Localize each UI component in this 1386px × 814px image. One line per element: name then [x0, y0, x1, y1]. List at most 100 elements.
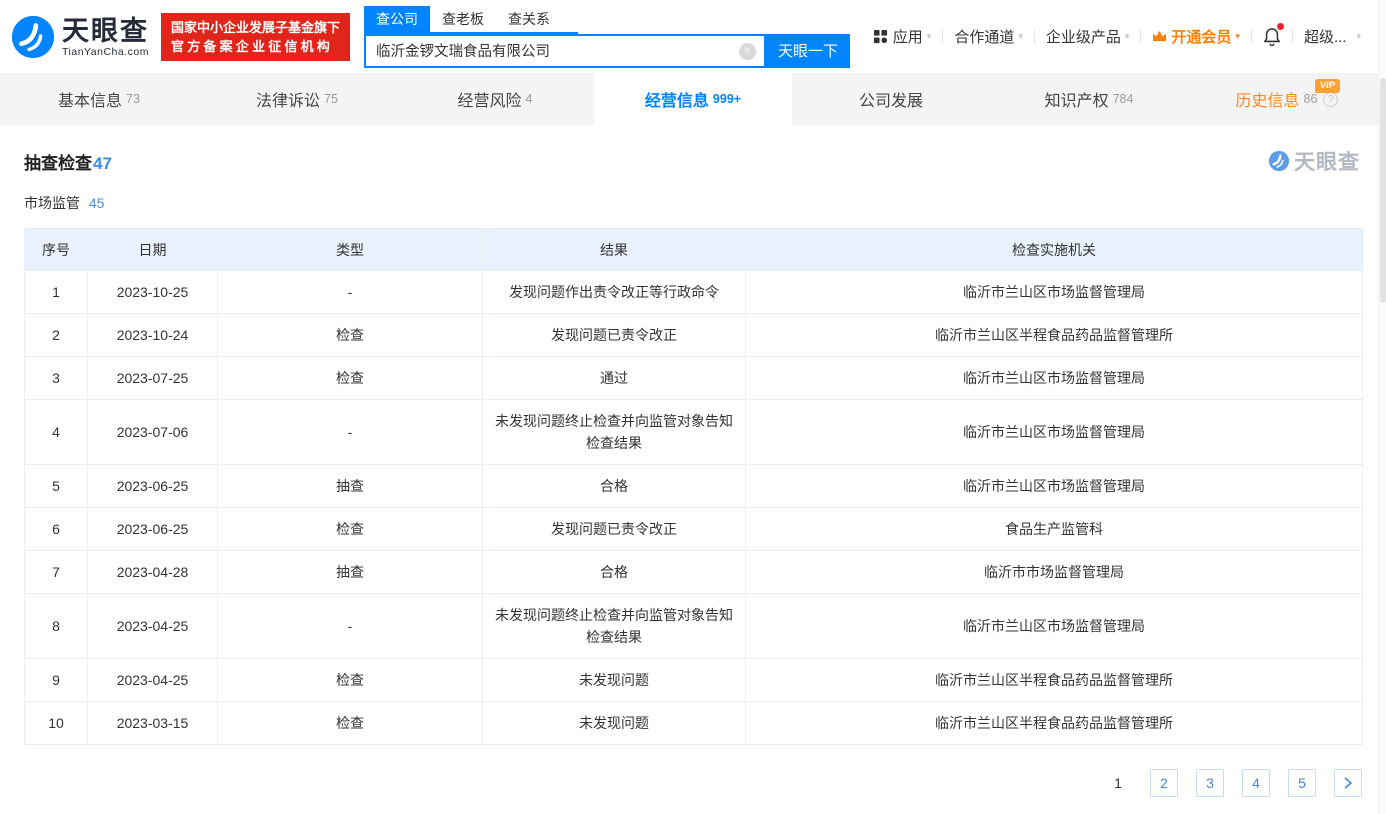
cell-type: 检查 — [218, 314, 483, 357]
section-title-count: 47 — [93, 154, 112, 173]
inspection-table-wrap: 序号 日期 类型 结果 检查实施机关 1 2023-10-25 - 发现问题作出… — [0, 213, 1386, 745]
cell-index: 1 — [25, 271, 88, 314]
table-header-row: 序号 日期 类型 结果 检查实施机关 — [25, 229, 1363, 271]
search-input[interactable] — [366, 36, 764, 66]
cell-result: 合格 — [483, 551, 746, 594]
cell-date: 2023-06-25 — [88, 508, 218, 551]
cell-agency: 临沂市兰山区市场监督管理局 — [746, 357, 1363, 400]
table-row: 2 2023-10-24 检查 发现问题已责令改正 临沂市兰山区半程食品药品监督… — [25, 314, 1363, 357]
cell-date: 2023-07-06 — [88, 400, 218, 465]
tab-history-info[interactable]: VIP 历史信息 86 ? — [1188, 73, 1386, 125]
menu-item-vip[interactable]: 开通会员 ▾ — [1141, 26, 1251, 47]
cell-agency: 临沂市兰山区市场监督管理局 — [746, 465, 1363, 508]
gov-certification-badge: 国家中小企业发展子基金旗下 官方备案企业征信机构 — [161, 13, 350, 61]
help-icon[interactable]: ? — [1323, 92, 1338, 107]
logo-text: 天眼查 TianYanCha.com — [62, 16, 149, 58]
tab-operating-risk[interactable]: 经营风险 4 — [396, 73, 594, 125]
section-title: 抽查检查47 — [24, 149, 112, 174]
tab-intellectual-property[interactable]: 知识产权 784 — [990, 73, 1188, 125]
cell-index: 2 — [25, 314, 88, 357]
search-input-wrap: × — [364, 34, 766, 68]
tab-company-development[interactable]: 公司发展 — [792, 73, 990, 125]
tianyancha-logo[interactable]: 天眼查 TianYanCha.com — [10, 14, 149, 60]
clear-icon[interactable]: × — [739, 43, 756, 60]
pagination: 1 2345 — [0, 745, 1386, 797]
tab-count: 784 — [1113, 92, 1134, 106]
cell-type: 检查 — [218, 702, 483, 745]
company-nav-tabs: 基本信息 73 法律诉讼 75 经营风险 4 经营信息 999+ 公司发展 知识… — [0, 73, 1386, 125]
page-button[interactable]: 4 — [1242, 769, 1270, 797]
tab-count: 86 — [1304, 92, 1318, 106]
badge-line2: 官方备案企业征信机构 — [171, 37, 340, 56]
search-tab-relation[interactable]: 查关系 — [496, 6, 562, 32]
chevron-right-icon — [1343, 777, 1353, 789]
search-tab-boss[interactable]: 查老板 — [430, 6, 496, 32]
table-row: 7 2023-04-28 抽查 合格 临沂市市场监督管理局 — [25, 551, 1363, 594]
table-row: 6 2023-06-25 检查 发现问题已责令改正 食品生产监管科 — [25, 508, 1363, 551]
tab-label: 知识产权 — [1045, 87, 1109, 111]
cell-type: 抽查 — [218, 551, 483, 594]
cell-agency: 临沂市兰山区半程食品药品监督管理所 — [746, 314, 1363, 357]
cell-date: 2023-10-24 — [88, 314, 218, 357]
page-button[interactable]: 5 — [1288, 769, 1316, 797]
scrollbar-thumb[interactable] — [1380, 78, 1386, 303]
search-button[interactable]: 天眼一下 — [766, 34, 850, 68]
col-header-date: 日期 — [88, 229, 218, 271]
tab-legal-litigation[interactable]: 法律诉讼 75 — [198, 73, 396, 125]
cell-index: 8 — [25, 594, 88, 659]
cell-date: 2023-07-25 — [88, 357, 218, 400]
page-button[interactable]: 2 — [1150, 769, 1178, 797]
section-head: 抽查检查47 天眼查 — [0, 125, 1386, 176]
tab-business-info[interactable]: 经营信息 999+ — [594, 73, 792, 125]
tab-basic-info[interactable]: 基本信息 73 — [0, 73, 198, 125]
table-row: 8 2023-04-25 - 未发现问题终止检查并向监管对象告知检查结果 临沂市… — [25, 594, 1363, 659]
table-row: 4 2023-07-06 - 未发现问题终止检查并向监管对象告知检查结果 临沂市… — [25, 400, 1363, 465]
vip-badge: VIP — [1315, 79, 1340, 93]
page-current[interactable]: 1 — [1104, 769, 1132, 797]
main-content: 抽查检查47 天眼查 市场监管 45 — [0, 125, 1386, 814]
cell-type: - — [218, 594, 483, 659]
brand-name: 天眼查 — [62, 16, 149, 46]
tab-label: 基本信息 — [58, 87, 122, 111]
subsection-market-supervision: 市场监管 45 — [0, 176, 1386, 213]
col-header-agency: 检查实施机关 — [746, 229, 1363, 271]
cell-type: 检查 — [218, 357, 483, 400]
cell-date: 2023-04-25 — [88, 594, 218, 659]
table-row: 3 2023-07-25 检查 通过 临沂市兰山区市场监督管理局 — [25, 357, 1363, 400]
inspection-table: 序号 日期 类型 结果 检查实施机关 1 2023-10-25 - 发现问题作出… — [24, 228, 1363, 745]
cell-agency: 食品生产监管科 — [746, 508, 1363, 551]
cell-result: 未发现问题终止检查并向监管对象告知检查结果 — [483, 400, 746, 465]
cell-date: 2023-10-25 — [88, 271, 218, 314]
apps-grid-icon — [873, 29, 888, 44]
chevron-down-icon: ▾ — [1356, 31, 1361, 42]
cell-index: 5 — [25, 465, 88, 508]
cell-date: 2023-04-28 — [88, 551, 218, 594]
tab-count: 73 — [126, 92, 140, 106]
cell-index: 9 — [25, 659, 88, 702]
page-next-button[interactable] — [1334, 769, 1362, 797]
col-header-index: 序号 — [25, 229, 88, 271]
menu-item-super-vip[interactable]: 超级... ▾ — [1293, 26, 1372, 47]
tab-label: 公司发展 — [859, 87, 923, 111]
menu-label: 超级... — [1304, 26, 1347, 47]
menu-item-enterprise[interactable]: 企业级产品 ▾ — [1035, 26, 1141, 47]
menu-item-notifications[interactable] — [1252, 27, 1292, 46]
vertical-scrollbar[interactable] — [1378, 0, 1386, 814]
cell-type: 检查 — [218, 508, 483, 551]
table-row: 1 2023-10-25 - 发现问题作出责令改正等行政命令 临沂市兰山区市场监… — [25, 271, 1363, 314]
cell-date: 2023-06-25 — [88, 465, 218, 508]
table-row: 5 2023-06-25 抽查 合格 临沂市兰山区市场监督管理局 — [25, 465, 1363, 508]
tab-label: 经营信息 — [645, 87, 709, 111]
menu-item-partner[interactable]: 合作通道 ▾ — [943, 26, 1034, 47]
bell-icon — [1263, 27, 1281, 46]
menu-item-apps[interactable]: 应用 ▾ — [862, 26, 943, 47]
notification-dot — [1277, 23, 1284, 30]
section-title-text: 抽查检查 — [24, 154, 92, 173]
menu-label: 应用 — [893, 26, 923, 47]
page-button[interactable]: 3 — [1196, 769, 1224, 797]
search-row: × 天眼一下 — [364, 34, 850, 68]
search-tab-company[interactable]: 查公司 — [364, 6, 430, 32]
top-header: 天眼查 TianYanCha.com 国家中小企业发展子基金旗下 官方备案企业征… — [0, 0, 1386, 73]
table-row: 10 2023-03-15 检查 未发现问题 临沂市兰山区半程食品药品监督管理所 — [25, 702, 1363, 745]
cell-result: 未发现问题终止检查并向监管对象告知检查结果 — [483, 594, 746, 659]
